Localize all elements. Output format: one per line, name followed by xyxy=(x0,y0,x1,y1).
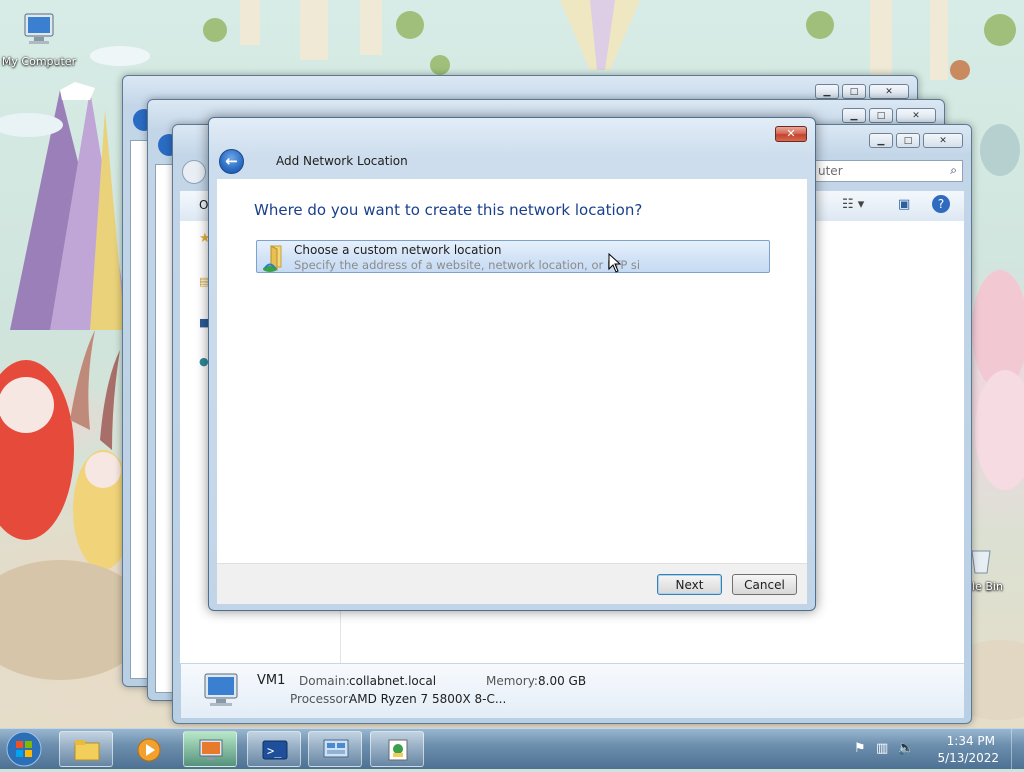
add-network-location-dialog[interactable]: ✕ ← Add Network Location Where do you wa… xyxy=(208,117,816,611)
option-title: Choose a custom network location xyxy=(294,243,502,257)
taskbar-media-player[interactable] xyxy=(121,731,175,767)
computer-name: VM1 xyxy=(257,673,286,688)
computer-icon xyxy=(24,13,54,44)
dialog-content: Where do you want to create this network… xyxy=(217,179,807,563)
minimize-button[interactable]: ▁ xyxy=(815,84,839,99)
desktop-icon-label: cle Bin xyxy=(966,580,1003,593)
search-box[interactable]: uter ⌕ xyxy=(813,160,963,182)
taskbar-computer-management[interactable] xyxy=(183,731,237,767)
taskbar-remote-desktop[interactable] xyxy=(308,731,362,767)
back-arrow-icon[interactable]: ← xyxy=(219,149,244,174)
window-controls: ▁ □ ✕ xyxy=(842,108,936,123)
preview-pane-icon[interactable]: ▣ xyxy=(898,197,910,212)
close-button[interactable]: ✕ xyxy=(775,126,807,142)
media-player-icon xyxy=(137,738,161,762)
volume-icon[interactable]: 🔈 xyxy=(897,740,914,756)
desktop-icon-my-computer[interactable]: My Computer xyxy=(0,10,84,68)
mouse-cursor-icon xyxy=(608,253,622,273)
memory-label: Memory: xyxy=(486,674,538,688)
network-folder-icon xyxy=(388,739,408,761)
dialog-title: Add Network Location xyxy=(276,154,408,168)
search-icon: ⌕ xyxy=(950,163,957,177)
svg-text:>_: >_ xyxy=(267,744,282,758)
maximize-button[interactable]: □ xyxy=(896,133,920,148)
taskbar-network-explorer[interactable] xyxy=(370,731,424,767)
folder-icon xyxy=(74,740,100,761)
processor-value: AMD Ryzen 7 5800X 8-C... xyxy=(349,692,507,706)
close-button[interactable]: ✕ xyxy=(869,84,909,99)
start-button[interactable] xyxy=(4,729,48,769)
close-button[interactable]: ✕ xyxy=(896,108,936,123)
window-controls: ▁ □ ✕ xyxy=(869,133,963,148)
domain-label: Domain: xyxy=(299,674,350,688)
windows-logo-icon xyxy=(6,731,42,767)
maximize-button[interactable]: □ xyxy=(869,108,893,123)
remote-desktop-icon xyxy=(323,739,349,758)
dialog-footer: Next Cancel xyxy=(217,563,807,604)
computer-icon xyxy=(204,673,238,706)
details-pane: VM1 Domain: collabnet.local Memory: 8.00… xyxy=(181,663,964,718)
action-center-icon[interactable]: ⚑ xyxy=(854,741,866,756)
cancel-button[interactable]: Cancel xyxy=(732,574,797,595)
dialog-heading: Where do you want to create this network… xyxy=(254,201,643,219)
computer-management-icon xyxy=(199,739,223,760)
custom-network-location-option[interactable]: Choose a custom network location Specify… xyxy=(256,240,770,273)
network-folder-icon xyxy=(263,245,282,272)
view-options-icon[interactable]: ☷ ▾ xyxy=(842,197,864,212)
search-placeholder: uter xyxy=(818,164,843,178)
window-controls: ▁ □ ✕ xyxy=(815,84,909,99)
processor-label: Processor: xyxy=(290,692,352,706)
maximize-button[interactable]: □ xyxy=(842,84,866,99)
option-description: Specify the address of a website, networ… xyxy=(294,258,641,272)
taskbar-explorer[interactable] xyxy=(59,731,113,767)
close-button[interactable]: ✕ xyxy=(923,133,963,148)
next-button[interactable]: Next xyxy=(657,574,722,595)
domain-value: collabnet.local xyxy=(349,674,437,688)
system-tray: ⚑ ▥ 🔈 1:34 PM 5/13/2022 xyxy=(854,729,1024,769)
clock-time[interactable]: 1:34 PM xyxy=(947,734,995,748)
help-icon[interactable]: ? xyxy=(932,195,950,213)
taskbar: >_ ⚑ ▥ 🔈 1:34 PM 5/13/2022 xyxy=(0,728,1024,769)
clock-date[interactable]: 5/13/2022 xyxy=(937,751,999,765)
back-button[interactable] xyxy=(182,160,206,184)
network-icon[interactable]: ▥ xyxy=(876,741,888,756)
memory-value: 8.00 GB xyxy=(538,674,587,688)
powershell-icon: >_ xyxy=(262,740,288,760)
taskbar-powershell[interactable]: >_ xyxy=(247,731,301,767)
desktop-icon-label: My Computer xyxy=(1,55,77,68)
minimize-button[interactable]: ▁ xyxy=(869,133,893,148)
minimize-button[interactable]: ▁ xyxy=(842,108,866,123)
show-desktop-button[interactable] xyxy=(1011,729,1024,769)
